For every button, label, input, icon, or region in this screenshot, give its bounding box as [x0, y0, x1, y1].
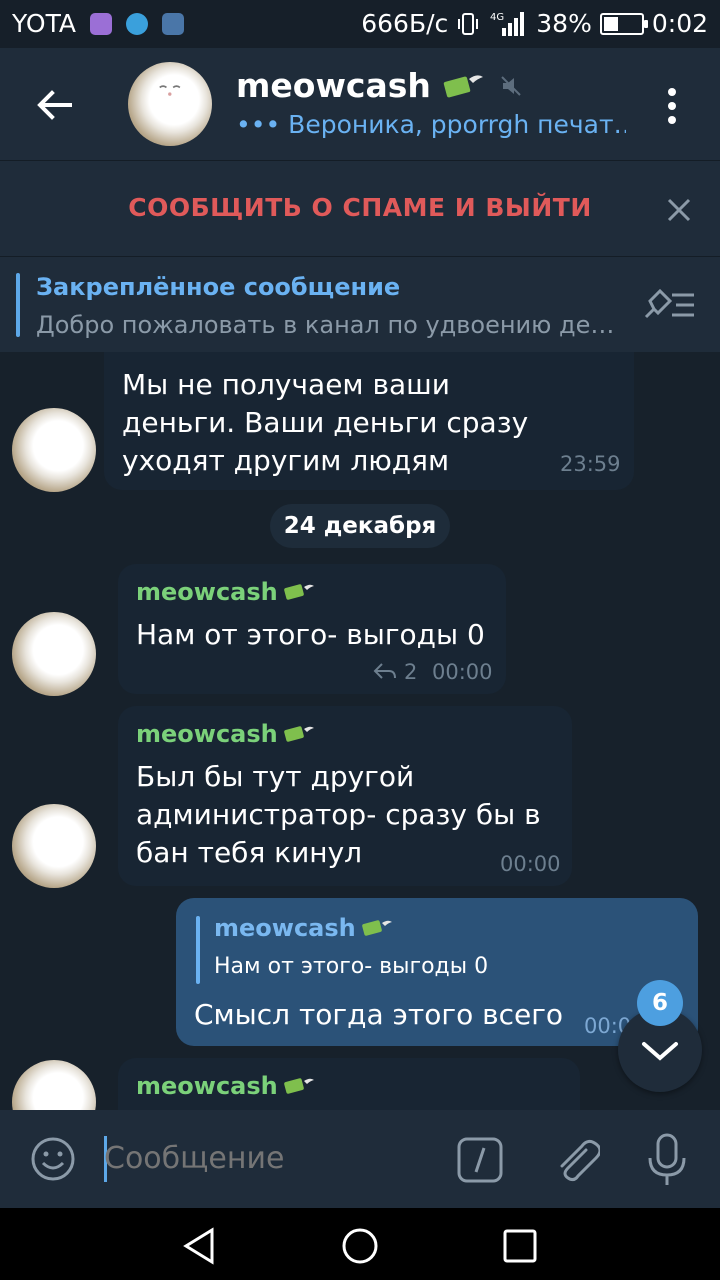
reply-count: 2: [404, 660, 418, 684]
message-time: 00:00: [432, 660, 493, 684]
chat-header: meowcash ••• Вероника, pporrgh печат…: [0, 48, 720, 160]
message-time: 00:00: [500, 852, 561, 876]
emoji-icon[interactable]: [30, 1136, 76, 1182]
chat-avatar[interactable]: [128, 62, 212, 146]
money-wings-emoji-icon: [361, 920, 392, 936]
carrier-name: YOTA: [12, 9, 77, 38]
battery-percent: 38%: [536, 9, 592, 38]
message-text-line: бан тебя кинул: [136, 836, 363, 869]
sender-name-text: meowcash: [136, 720, 278, 748]
unread-count-badge: 6: [637, 980, 683, 1026]
sender-avatar[interactable]: [12, 1060, 96, 1110]
money-wings-emoji-icon: [443, 74, 483, 97]
sender-avatar[interactable]: [12, 612, 96, 696]
message-text-line: Нам от этого- выгоды 0: [136, 618, 485, 651]
sender-name: meowcash: [136, 578, 316, 606]
pinned-message-bar[interactable]: Закреплённое сообщение Добро пожаловать …: [0, 256, 720, 352]
reply-quote-bar: [196, 916, 200, 984]
sender-avatar[interactable]: [12, 804, 96, 888]
date-separator: 24 декабря: [270, 504, 450, 548]
sender-name-text: meowcash: [136, 578, 278, 606]
message-bubble[interactable]: meowcash Был бы тут другой администратор…: [118, 706, 572, 886]
message-text-line: деньги. Ваши деньги сразу: [122, 406, 529, 439]
message-text-line: администратор- сразу бы в: [136, 798, 541, 831]
message-text-line: Мы не получаем ваши: [122, 368, 450, 401]
close-icon[interactable]: [664, 195, 694, 225]
nav-home-icon[interactable]: [340, 1226, 380, 1266]
message-text-line: Был бы тут другой: [136, 760, 415, 793]
clock: 0:02: [651, 9, 708, 38]
message-list[interactable]: Мы не получаем ваши деньги. Ваши деньги …: [0, 352, 720, 1110]
network-type: 4G: [490, 12, 504, 23]
message-text-line: уходят другим людям: [122, 444, 450, 477]
muted-icon: [501, 75, 521, 96]
reply-sender-text: meowcash: [214, 914, 356, 942]
gallery-notification-icon: [90, 12, 113, 35]
money-wings-emoji-icon: [283, 726, 314, 742]
message-bubble[interactable]: Мы не получаем ваши деньги. Ваши деньги …: [104, 352, 634, 490]
sender-name-text: meowcash: [136, 1072, 278, 1100]
battery-icon: [599, 12, 648, 35]
system-nav-bar: [0, 1208, 720, 1280]
chat-title[interactable]: meowcash: [236, 66, 431, 105]
attach-icon[interactable]: [552, 1134, 600, 1186]
reply-quote-text: Нам от этого- выгоды 0: [214, 954, 489, 979]
back-arrow-icon[interactable]: [30, 80, 80, 130]
pinned-title: Закреплённое сообщение: [36, 273, 401, 301]
report-spam-button[interactable]: СООБЩИТЬ О СПАМЕ И ВЫЙТИ: [0, 193, 720, 222]
network-speed: 666Б/с: [361, 9, 449, 38]
sender-avatar[interactable]: [12, 408, 96, 492]
typing-status: ••• Вероника, pporrgh печат…: [236, 110, 626, 139]
more-options-icon[interactable]: [660, 86, 684, 126]
pinned-text: Добро пожаловать в канал по удвоению де…: [36, 311, 615, 339]
vk-notification-icon: [162, 12, 185, 35]
message-input[interactable]: [104, 1134, 434, 1184]
signal-icon: 4G: [490, 11, 525, 36]
sender-name: meowcash: [136, 1072, 316, 1100]
report-spam-bar: СООБЩИТЬ О СПАМЕ И ВЫЙТИ: [0, 160, 720, 256]
sender-name: meowcash: [136, 720, 316, 748]
pinned-indicator: [16, 273, 20, 337]
message-bubble[interactable]: meowcash: [118, 1058, 580, 1110]
reply-count-icon: [373, 663, 396, 679]
microphone-icon[interactable]: [644, 1132, 690, 1188]
message-time: 23:59: [560, 452, 621, 476]
bot-commands-icon[interactable]: [456, 1136, 504, 1184]
money-wings-emoji-icon: [283, 1078, 314, 1094]
pinned-list-icon[interactable]: [640, 287, 698, 323]
message-text-line: Смысл тогда этого всего: [194, 998, 564, 1031]
vibrate-icon: [458, 12, 479, 35]
nav-recent-apps-icon[interactable]: [500, 1226, 540, 1266]
money-wings-emoji-icon: [283, 584, 314, 600]
message-bubble[interactable]: meowcash Нам от этого- выгоды 0 2 00:00: [118, 564, 506, 694]
status-bar: YOTA 666Б/с 4G 38% 0:02: [0, 0, 720, 48]
cat-avatar-image: [159, 85, 181, 96]
reply-quote-sender: meowcash: [214, 914, 394, 942]
telegram-notification-icon: [126, 12, 149, 35]
message-input-bar: [0, 1110, 720, 1208]
nav-back-icon[interactable]: [180, 1226, 220, 1266]
